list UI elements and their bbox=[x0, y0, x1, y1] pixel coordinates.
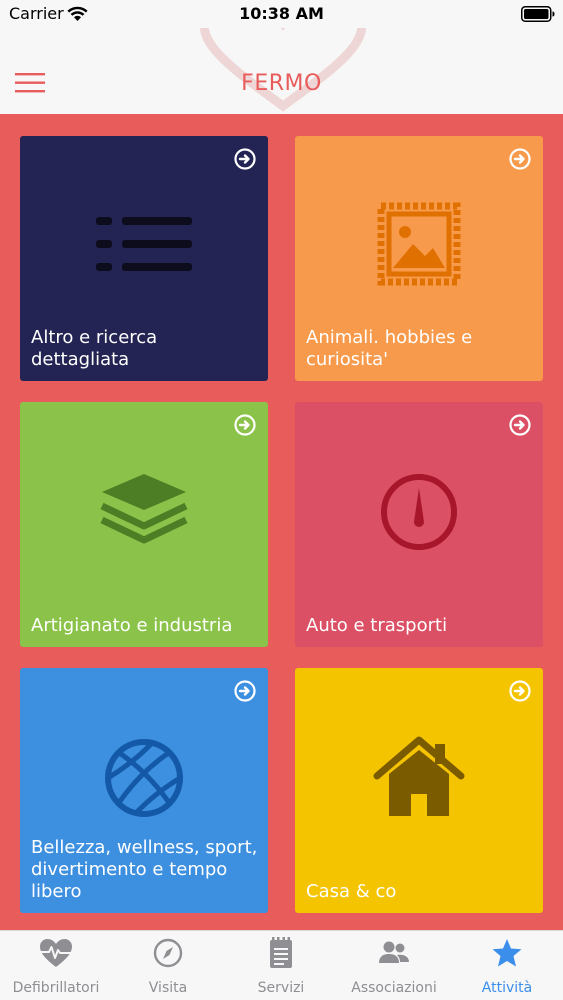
arrow-circle-right-icon bbox=[234, 414, 256, 436]
arrow-circle-right-icon bbox=[509, 680, 531, 702]
clock-label: 10:38 AM bbox=[239, 4, 324, 23]
compass-icon bbox=[153, 938, 183, 968]
tab-label: Attività bbox=[481, 980, 533, 996]
category-label: Bellezza, wellness, sport, divertimento … bbox=[31, 837, 258, 902]
category-tile-altro[interactable]: Altro e ricerca dettagliata bbox=[20, 136, 268, 381]
category-tile-casa[interactable]: Casa & co bbox=[295, 668, 543, 913]
star-icon bbox=[492, 939, 522, 967]
arrow-circle-right-icon bbox=[234, 680, 256, 702]
battery-icon bbox=[521, 6, 555, 22]
arrow-circle-right-icon bbox=[509, 148, 531, 170]
tab-label: Associazioni bbox=[351, 980, 437, 996]
group-icon bbox=[379, 941, 409, 963]
category-label: Artigianato e industria bbox=[31, 615, 233, 636]
category-label: Altro e ricerca dettagliata bbox=[31, 327, 158, 370]
category-grid: Altro e ricerca dettagliata Animali. hob… bbox=[0, 114, 563, 930]
status-bar: Carrier 10:38 AM bbox=[0, 0, 563, 28]
tab-label: Servizi bbox=[257, 980, 305, 996]
tab-associazioni[interactable]: Associazioni bbox=[338, 931, 450, 1000]
tab-visita[interactable]: Visita bbox=[112, 931, 224, 1000]
tab-label: Defibrillatori bbox=[12, 980, 100, 996]
category-label: Casa & co bbox=[306, 881, 397, 902]
tab-label: Visita bbox=[148, 980, 188, 996]
tab-servizi[interactable]: Servizi bbox=[225, 931, 337, 1000]
navigation-header: FERMO bbox=[0, 28, 563, 114]
app-screen: Carrier 10:38 AM FERMO Altro e ricerca d… bbox=[0, 0, 563, 1000]
page-title: FERMO bbox=[241, 71, 322, 96]
category-tile-bellezza[interactable]: Bellezza, wellness, sport, divertimento … bbox=[20, 668, 268, 913]
arrow-circle-right-icon bbox=[234, 148, 256, 170]
arrow-circle-right-icon bbox=[509, 414, 531, 436]
basketball-icon bbox=[105, 739, 183, 817]
list-icon bbox=[96, 217, 192, 271]
notepad-icon bbox=[270, 937, 292, 968]
layers-icon bbox=[100, 474, 188, 544]
category-label: Animali. hobbies e curiosita' bbox=[306, 327, 473, 370]
category-tile-auto[interactable]: Auto e trasporti bbox=[295, 402, 543, 647]
house-icon bbox=[373, 736, 465, 816]
category-tile-animali[interactable]: Animali. hobbies e curiosita' bbox=[295, 136, 543, 381]
compass-gauge-icon bbox=[381, 474, 457, 550]
tab-attivita[interactable]: Attività bbox=[451, 931, 563, 1000]
tab-defibrillatori[interactable]: Defibrillatori bbox=[0, 931, 112, 1000]
category-label: Auto e trasporti bbox=[306, 615, 448, 636]
heart-pulse-icon bbox=[40, 939, 72, 967]
picture-stamp-icon bbox=[377, 202, 461, 286]
tab-bar: Defibrillatori Visita Servizi Associazio… bbox=[0, 930, 563, 1000]
category-tile-artigianato[interactable]: Artigianato e industria bbox=[20, 402, 268, 647]
